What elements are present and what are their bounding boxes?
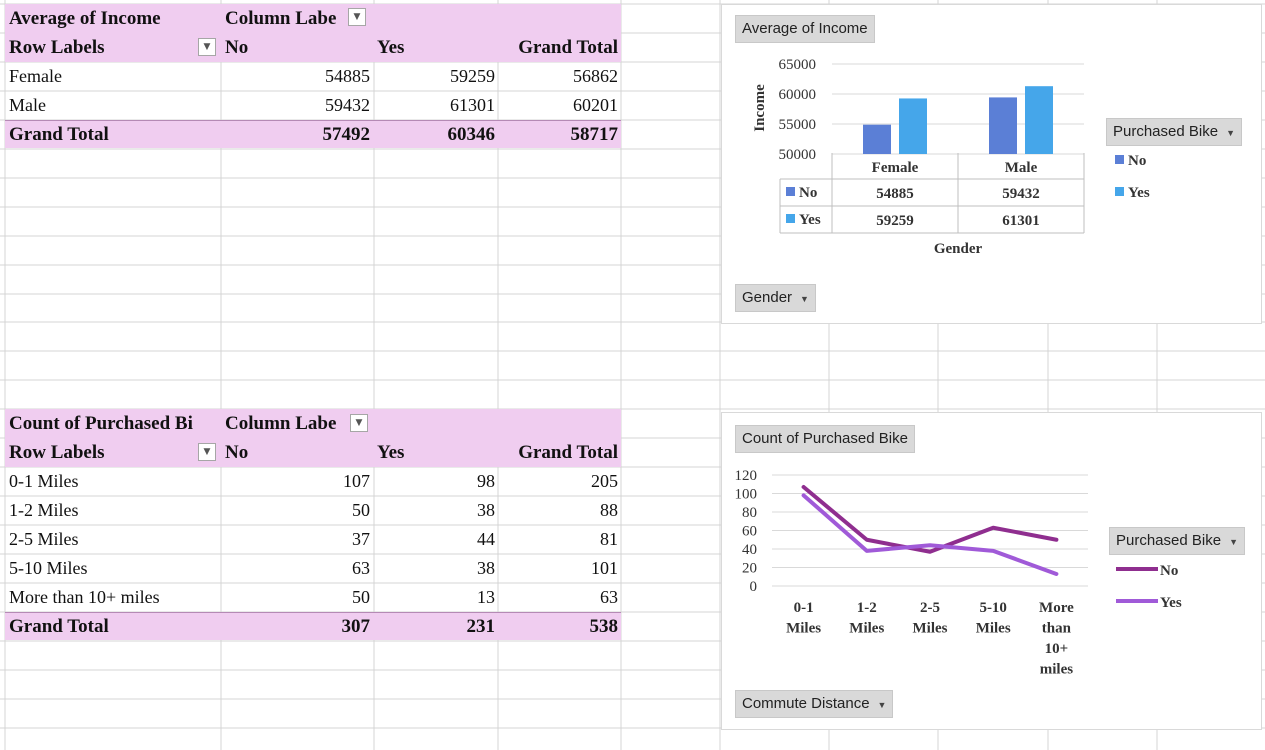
x-tick-label: than bbox=[1042, 621, 1072, 637]
line-series-yes bbox=[801, 493, 1059, 576]
x-tick-label: Miles bbox=[849, 621, 884, 637]
line-series-no bbox=[801, 485, 1059, 554]
x-tick-label: Miles bbox=[786, 621, 821, 637]
x-tick-label: More bbox=[1039, 600, 1074, 616]
x-tick-label: miles bbox=[1040, 662, 1073, 678]
x-tick-label: Miles bbox=[913, 621, 948, 637]
x-tick-label: 5-10 bbox=[979, 600, 1007, 616]
y-tick-label: 120 bbox=[735, 468, 758, 484]
y-tick-label: 80 bbox=[742, 505, 757, 521]
x-tick-label: 2-5 bbox=[920, 600, 940, 616]
x-tick-label: Miles bbox=[976, 621, 1011, 637]
purchased-bike-chart-plot: 120 100 80 60 40 20 0 0-1 Miles 1-2 Miles 2-5 Miles… bbox=[735, 468, 1182, 678]
y-tick-label: 20 bbox=[742, 561, 757, 577]
y-tick-label: 40 bbox=[742, 542, 757, 558]
x-tick-label: 10+ bbox=[1045, 641, 1069, 657]
legend-label-yes: Yes bbox=[1160, 595, 1182, 611]
y-tick-label: 60 bbox=[742, 524, 757, 540]
legend-label-no: No bbox=[1160, 563, 1178, 579]
y-tick-label: 100 bbox=[735, 487, 758, 503]
y-tick-label: 0 bbox=[750, 579, 758, 595]
x-tick-label: 1-2 bbox=[857, 600, 877, 616]
x-tick-label: 0-1 bbox=[794, 600, 814, 616]
